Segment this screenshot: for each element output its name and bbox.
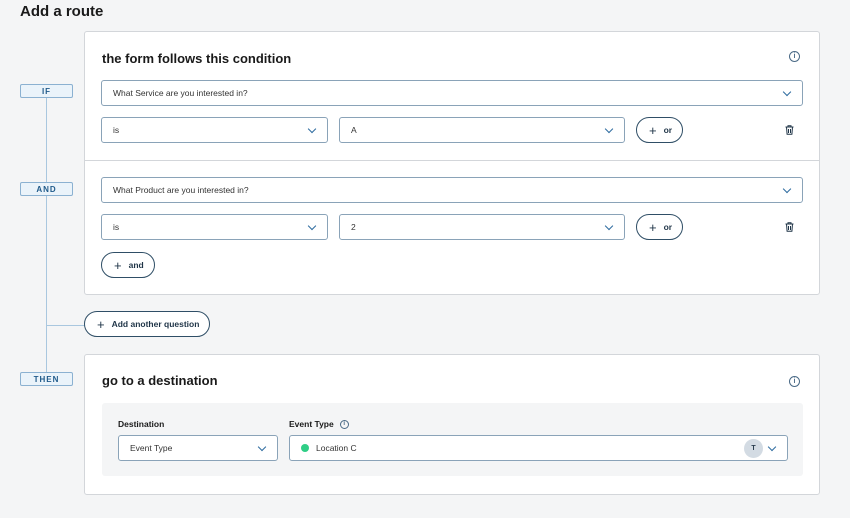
or-button-1[interactable]: + or — [636, 117, 684, 143]
timeline-branch — [47, 325, 85, 326]
status-dot — [301, 444, 309, 452]
if-tag: IF — [20, 84, 73, 98]
value-select-2-value: 2 — [351, 222, 356, 232]
info-icon[interactable]: i — [789, 376, 800, 387]
destination-label: Destination — [118, 419, 165, 429]
and-button[interactable]: + and — [101, 252, 155, 278]
destination-card: go to a destination i Destination Event … — [84, 354, 820, 495]
add-question-button[interactable]: + Add another question — [84, 311, 211, 337]
condition-card: the form follows this condition i What S… — [84, 31, 820, 295]
value-select-1[interactable]: A — [339, 117, 625, 143]
or-button-2-label: or — [663, 222, 673, 232]
operator-select-1[interactable]: is — [101, 117, 328, 143]
trash-icon[interactable] — [785, 222, 794, 232]
trash-icon[interactable] — [785, 125, 794, 135]
chevron-down-icon — [604, 124, 614, 134]
value-select-1-value: A — [351, 125, 357, 135]
info-icon[interactable]: i — [789, 51, 800, 62]
operator-select-1-value: is — [113, 125, 120, 135]
rule-divider — [85, 160, 819, 161]
plus-icon: + — [114, 257, 122, 273]
event-type-label: Event Type i — [289, 419, 349, 429]
plus-icon: + — [649, 219, 657, 235]
condition-title: the form follows this condition — [102, 51, 292, 66]
destination-panel: Destination Event Type i Event Type Loca… — [102, 403, 803, 476]
avatar: T — [744, 439, 763, 458]
destination-select[interactable]: Event Type — [118, 435, 278, 461]
timeline-line — [46, 97, 47, 372]
plus-icon: + — [97, 316, 105, 332]
chevron-down-icon — [782, 184, 792, 194]
chevron-down-icon — [782, 87, 792, 97]
chevron-down-icon — [604, 221, 614, 231]
destination-select-value: Event Type — [130, 443, 173, 453]
chevron-down-icon — [307, 124, 317, 134]
destination-title: go to a destination — [102, 373, 218, 388]
add-question-label: Add another question — [111, 319, 200, 329]
chevron-down-icon — [257, 442, 267, 452]
question-select-2[interactable]: What Product are you interested in? — [101, 177, 803, 203]
event-type-select-value: Location C — [316, 443, 357, 453]
and-button-label: and — [128, 260, 144, 270]
or-button-1-label: or — [663, 125, 673, 135]
plus-icon: + — [649, 122, 657, 138]
question-select-1-value: What Service are you interested in? — [113, 88, 248, 98]
info-icon[interactable]: i — [339, 419, 349, 429]
page-title: Add a route — [20, 3, 104, 20]
event-type-label-text: Event Type — [289, 419, 334, 429]
and-tag: AND — [20, 182, 73, 196]
question-select-2-value: What Product are you interested in? — [113, 185, 249, 195]
question-select-1[interactable]: What Service are you interested in? — [101, 80, 803, 106]
then-tag: THEN — [20, 372, 73, 386]
operator-select-2-value: is — [113, 222, 120, 232]
or-button-2[interactable]: + or — [636, 214, 684, 240]
operator-select-2[interactable]: is — [101, 214, 328, 240]
chevron-down-icon — [307, 221, 317, 231]
event-type-select[interactable]: Location C T — [289, 435, 788, 461]
value-select-2[interactable]: 2 — [339, 214, 625, 240]
chevron-down-icon — [767, 442, 777, 452]
